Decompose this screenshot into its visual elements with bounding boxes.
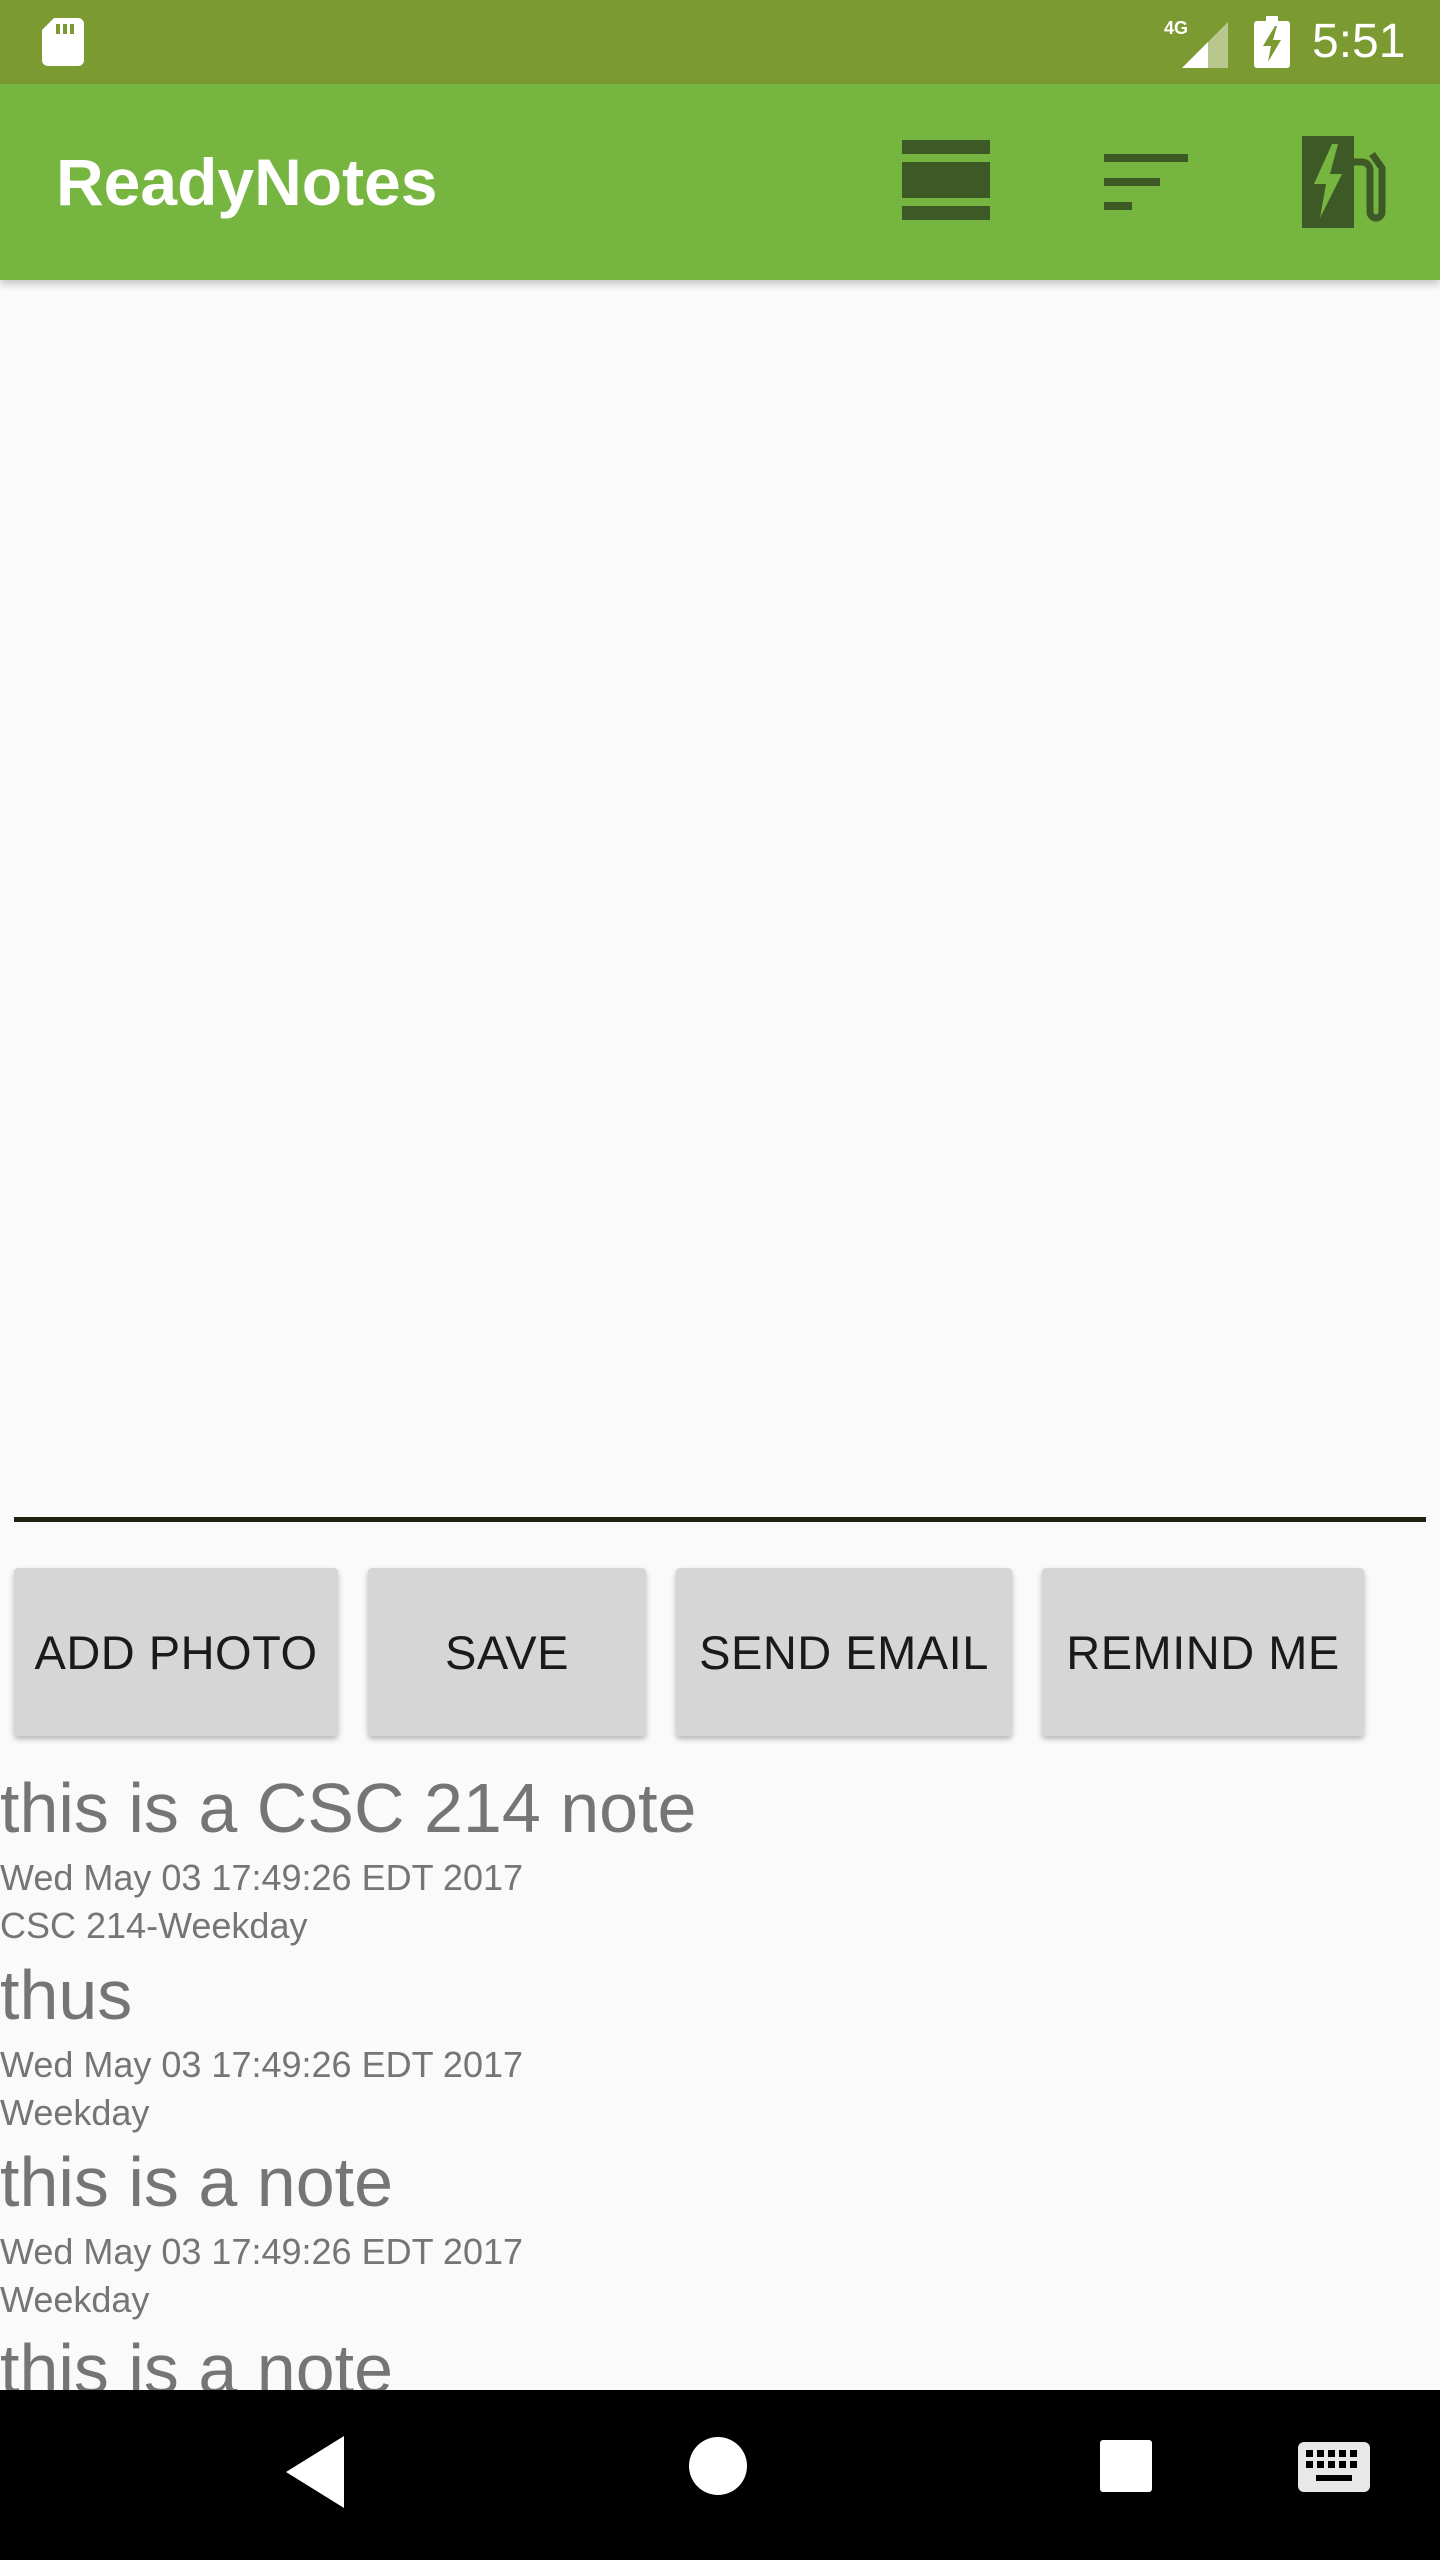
app-bar: ReadyNotes bbox=[0, 84, 1440, 280]
home-icon[interactable] bbox=[686, 2434, 750, 2498]
note-title: this is a note bbox=[0, 2143, 393, 2221]
status-time: 5:51 bbox=[1312, 15, 1406, 68]
note-title: this is a CSC 214 note bbox=[0, 1769, 697, 1847]
note-title: thus bbox=[0, 1956, 133, 2034]
send-email-button[interactable]: SEND EMAIL bbox=[676, 1568, 1012, 1736]
view-agenda-icon[interactable] bbox=[896, 132, 996, 232]
ev-station-icon[interactable] bbox=[1296, 132, 1396, 232]
note-date: Wed May 03 17:49:26 EDT 2017 bbox=[0, 1857, 524, 1898]
note-input[interactable] bbox=[14, 290, 1426, 1522]
remind-me-button[interactable]: REMIND ME bbox=[1042, 1568, 1364, 1736]
save-button[interactable]: SAVE bbox=[368, 1568, 646, 1736]
signal-4g-icon: 4G bbox=[1164, 18, 1228, 68]
app-title: ReadyNotes bbox=[56, 145, 438, 219]
note-title: this is a note bbox=[0, 2330, 393, 2390]
note-category: Weekday bbox=[0, 2092, 150, 2133]
list-item[interactable]: this is a CSC 214 note Wed May 03 17:49:… bbox=[0, 1760, 1440, 1947]
sd-card-icon bbox=[42, 18, 84, 66]
add-photo-button[interactable]: ADD PHOTO bbox=[14, 1568, 338, 1736]
sort-icon[interactable] bbox=[1096, 132, 1196, 232]
keyboard-icon[interactable] bbox=[1298, 2442, 1370, 2492]
navigation-bar bbox=[0, 2390, 1440, 2560]
note-category: CSC 214-Weekday bbox=[0, 1905, 308, 1946]
back-icon[interactable] bbox=[280, 2432, 350, 2512]
note-date: Wed May 03 17:49:26 EDT 2017 bbox=[0, 2231, 524, 2272]
network-type-label: 4G bbox=[1164, 18, 1188, 38]
list-item[interactable]: this is a note Wed May 03 17:49:26 EDT 2… bbox=[0, 2134, 1440, 2321]
notes-list: this is a CSC 214 note Wed May 03 17:49:… bbox=[0, 1760, 1440, 2390]
list-item[interactable]: thus Wed May 03 17:49:26 EDT 2017 Weekda… bbox=[0, 1947, 1440, 2134]
note-category: Weekday bbox=[0, 2279, 150, 2320]
list-item[interactable]: this is a note bbox=[0, 2321, 1440, 2390]
battery-charging-icon bbox=[1254, 16, 1290, 68]
recents-icon[interactable] bbox=[1098, 2438, 1154, 2494]
status-bar: 4G 5:51 bbox=[0, 0, 1440, 84]
note-date: Wed May 03 17:49:26 EDT 2017 bbox=[0, 2044, 524, 2085]
